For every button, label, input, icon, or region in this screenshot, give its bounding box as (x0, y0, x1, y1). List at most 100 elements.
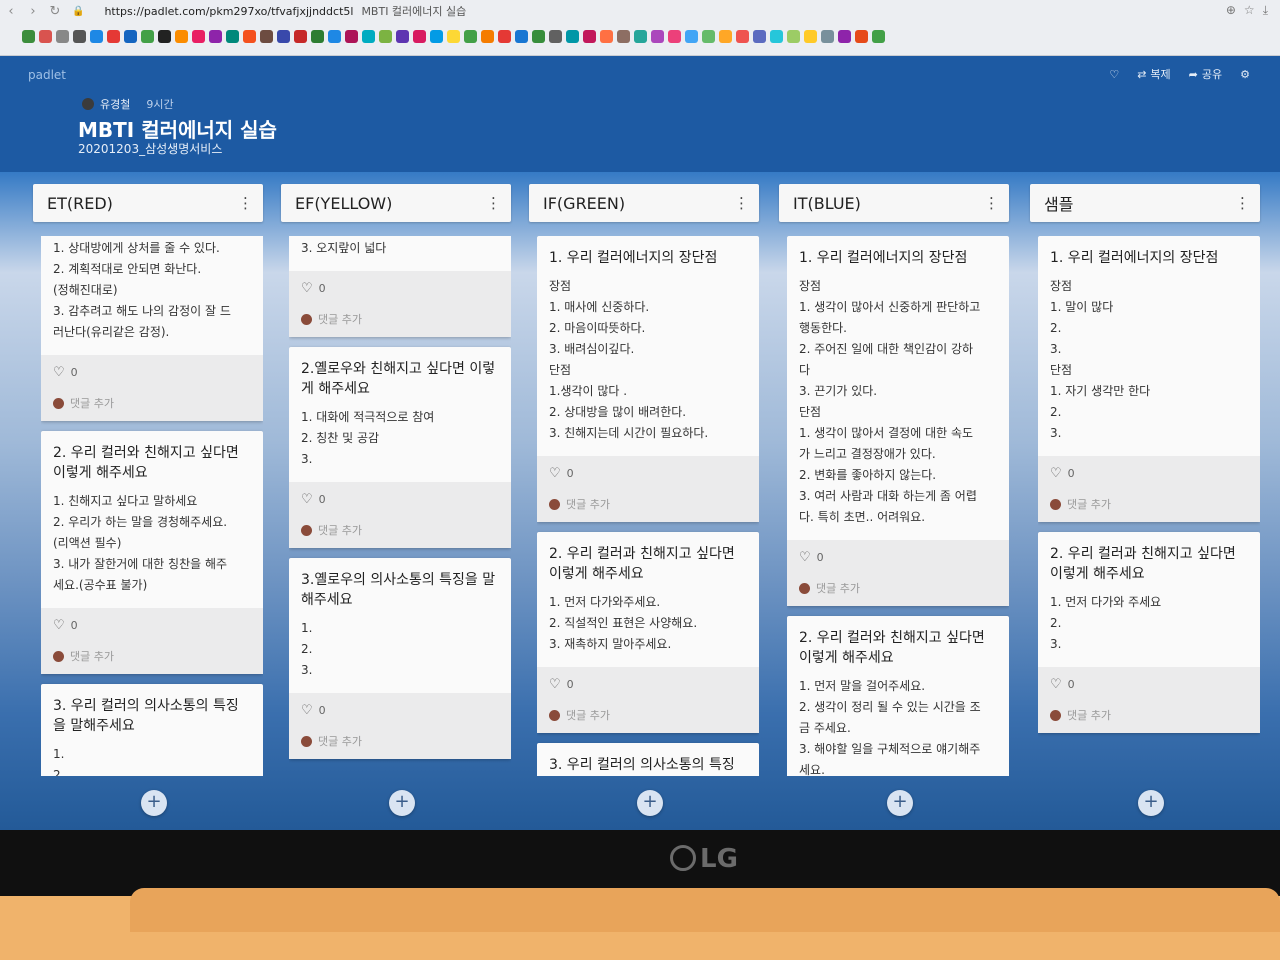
like-button[interactable]: ♡ 0 (1050, 462, 1248, 484)
bookmark-icon[interactable] (90, 30, 103, 43)
bookmark-icon[interactable] (260, 30, 273, 43)
add-comment-field[interactable]: 댓글 추가 (301, 311, 499, 327)
bookmark-icon[interactable] (821, 30, 834, 43)
like-button[interactable]: ♡ 0 (799, 546, 997, 568)
bookmark-icon[interactable] (617, 30, 630, 43)
add-post-button[interactable]: + (887, 790, 913, 816)
like-button[interactable]: ♡ 0 (301, 699, 499, 721)
bookmark-icon[interactable] (22, 30, 35, 43)
bookmark-icon[interactable] (702, 30, 715, 43)
post-card[interactable]: 3. 오지랖이 넓다 ♡ 0 댓글 추가 (289, 236, 511, 337)
like-button[interactable]: ♡ 0 (1050, 673, 1248, 695)
add-comment-field[interactable]: 댓글 추가 (53, 648, 251, 664)
bookmark-icon[interactable] (379, 30, 392, 43)
bookmark-icon[interactable] (532, 30, 545, 43)
bookmark-icon[interactable] (634, 30, 647, 43)
bookmark-icon[interactable] (600, 30, 613, 43)
add-post-button[interactable]: + (637, 790, 663, 816)
column-header[interactable]: ET(RED) ⋮ (33, 184, 263, 222)
bookmark-icon[interactable] (583, 30, 596, 43)
bookmark-icon[interactable] (209, 30, 222, 43)
post-card[interactable]: 3.옐로우의 의사소통의 특징을 말해주세요 1. 2. 3. ♡ 0 댓글 추가 (289, 558, 511, 759)
bookmark-icon[interactable] (311, 30, 324, 43)
bookmark-icon[interactable] (481, 30, 494, 43)
bookmark-icon[interactable] (294, 30, 307, 43)
add-comment-field[interactable]: 댓글 추가 (301, 733, 499, 749)
bookmark-icon[interactable] (192, 30, 205, 43)
bookmark-icon[interactable] (345, 30, 358, 43)
column-header[interactable]: 샘플 ⋮ (1030, 184, 1260, 222)
bookmark-icon[interactable] (226, 30, 239, 43)
add-comment-field[interactable]: 댓글 추가 (799, 580, 997, 596)
bookmark-icon[interactable] (736, 30, 749, 43)
post-card[interactable]: 2. 우리 컬러과 친해지고 싶다면 이렇게 해주세요 1. 먼저 다가와 주세요… (1038, 532, 1260, 733)
like-button[interactable]: ♡ 0 (53, 361, 251, 383)
bookmark-icon[interactable] (107, 30, 120, 43)
column-header[interactable]: EF(YELLOW) ⋮ (281, 184, 511, 222)
like-button[interactable]: ♡ 0 (549, 462, 747, 484)
more-menu-icon[interactable]: ⋮ (984, 195, 999, 211)
post-card[interactable]: 3. 우리 컬러의 의사소통의 특징을 말해주세요1.2.♡0댓글 추가 (41, 684, 263, 776)
post-card[interactable]: 1. 우리 컬러에너지의 장단점 장점 1. 매사에 신중하다. 2. 마음이따뜻하다… (537, 236, 759, 522)
bookmark-icon[interactable] (243, 30, 256, 43)
more-menu-icon[interactable]: ⋮ (1235, 195, 1250, 211)
more-menu-icon[interactable]: ⋮ (734, 195, 749, 211)
add-post-button[interactable]: + (1138, 790, 1164, 816)
post-card[interactable]: 3. 우리 컬러의 의사소통의 특징♡0댓글 추가 (537, 743, 759, 776)
bookmark-icon[interactable] (515, 30, 528, 43)
reload-icon[interactable]: ↻ (44, 4, 66, 19)
post-card[interactable]: 1. 우리 컬러에너지의 장단점 장점 1. 생각이 많아서 신중하게 판단하고 행동… (787, 236, 1009, 606)
bookmark-icon[interactable] (277, 30, 290, 43)
bookmark-icon[interactable] (141, 30, 154, 43)
add-comment-field[interactable]: 댓글 추가 (1050, 496, 1248, 512)
download-icon[interactable]: ⤓ (1263, 3, 1268, 18)
star-icon[interactable]: ☆ (1244, 3, 1255, 18)
column-header[interactable]: IT(BLUE) ⋮ (779, 184, 1009, 222)
bookmark-icon[interactable] (464, 30, 477, 43)
bookmark-icon[interactable] (56, 30, 69, 43)
add-comment-field[interactable]: 댓글 추가 (53, 395, 251, 411)
bookmark-icon[interactable] (770, 30, 783, 43)
bookmark-icon[interactable] (872, 30, 885, 43)
add-post-button[interactable]: + (141, 790, 167, 816)
bookmark-icon[interactable] (753, 30, 766, 43)
add-comment-field[interactable]: 댓글 추가 (549, 496, 747, 512)
bookmark-icon[interactable] (158, 30, 171, 43)
bookmark-icon[interactable] (362, 30, 375, 43)
like-button[interactable]: ♡ 0 (301, 488, 499, 510)
add-comment-field[interactable]: 댓글 추가 (1050, 707, 1248, 723)
bookmark-icon[interactable] (685, 30, 698, 43)
bookmark-icon[interactable] (719, 30, 732, 43)
forward-icon[interactable]: › (22, 4, 44, 19)
bookmark-icon[interactable] (855, 30, 868, 43)
like-button[interactable]: ♡ 0 (301, 277, 499, 299)
column-header[interactable]: IF(GREEN) ⋮ (529, 184, 759, 222)
post-card[interactable]: 2.옐로우와 친해지고 싶다면 이렇게 해주세요 1. 대화에 적극적으로 참여 2… (289, 347, 511, 548)
bookmark-icon[interactable] (124, 30, 137, 43)
bookmark-icon[interactable] (39, 30, 52, 43)
bookmark-icon[interactable] (413, 30, 426, 43)
bookmark-icon[interactable] (804, 30, 817, 43)
bookmark-icon[interactable] (549, 30, 562, 43)
more-menu-icon[interactable]: ⋮ (486, 195, 501, 211)
share-button[interactable]: ➦ 공유 (1189, 66, 1222, 82)
add-comment-field[interactable]: 댓글 추가 (549, 707, 747, 723)
padlet-logo[interactable]: padlet (28, 68, 66, 82)
bookmark-icon[interactable] (838, 30, 851, 43)
bookmark-icon[interactable] (396, 30, 409, 43)
bookmark-icon[interactable] (651, 30, 664, 43)
post-card[interactable]: 1. 상대방에게 상처를 줄 수 있다. 2. 계획적대로 안되면 화난다. (정해… (41, 236, 263, 421)
bookmark-icon[interactable] (175, 30, 188, 43)
more-menu-icon[interactable]: ⋮ (238, 195, 253, 211)
back-icon[interactable]: ‹ (0, 4, 22, 19)
add-post-button[interactable]: + (389, 790, 415, 816)
bookmark-icon[interactable] (447, 30, 460, 43)
remake-button[interactable]: ⇄ 복제 (1137, 66, 1170, 82)
bookmark-icon[interactable] (668, 30, 681, 43)
like-button[interactable]: ♡ 0 (549, 673, 747, 695)
like-board-button[interactable]: ♡ (1109, 68, 1119, 81)
bookmark-icon[interactable] (787, 30, 800, 43)
settings-button[interactable]: ⚙ (1240, 68, 1250, 81)
post-card[interactable]: 2. 우리 컬러와 친해지고 싶다면 이렇게 해주세요 1. 먼저 말을 걸어주세… (787, 616, 1009, 776)
like-button[interactable]: ♡ 0 (53, 614, 251, 636)
